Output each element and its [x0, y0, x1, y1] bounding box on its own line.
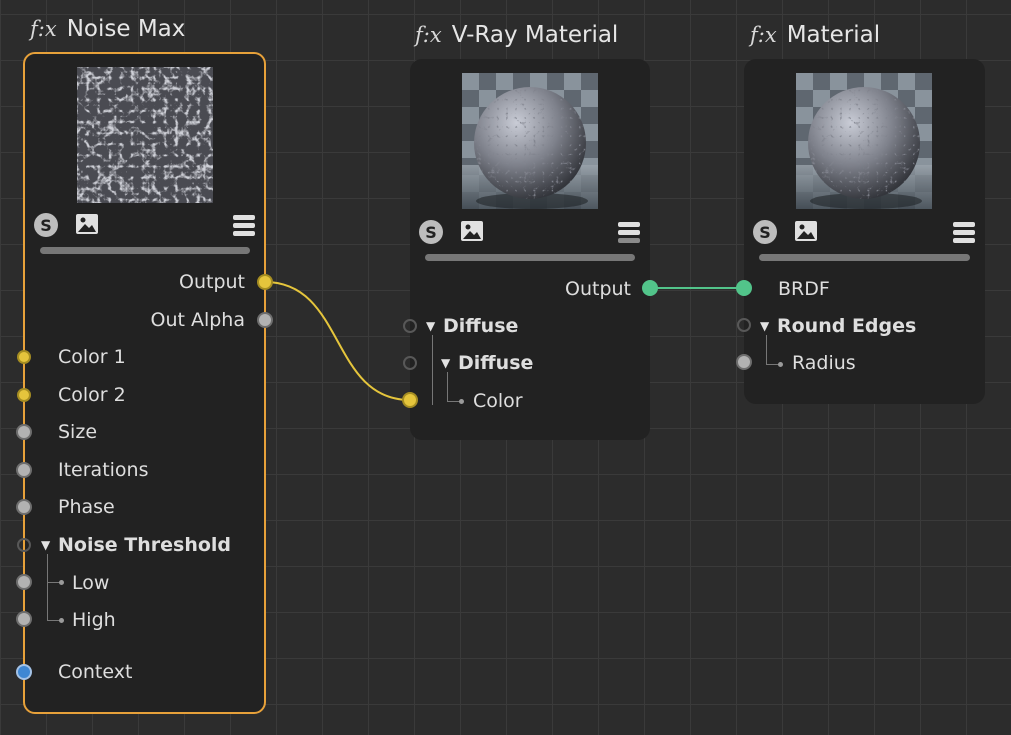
port-label-output: Output [565, 278, 631, 300]
collapse-triangle-icon[interactable]: ▼ [441, 356, 450, 370]
port-label-out-alpha: Out Alpha [150, 309, 245, 331]
port-label-radius: Radius [792, 352, 856, 374]
port-label-color-2: Color 2 [58, 384, 126, 406]
port-iterations[interactable] [16, 462, 32, 478]
port-size[interactable] [16, 424, 32, 440]
port-vray-output[interactable] [642, 280, 658, 296]
port-output[interactable] [257, 274, 273, 290]
group-label-noise-threshold[interactable]: Noise Threshold [58, 533, 231, 557]
tree-line [432, 335, 433, 405]
collapse-triangle-icon[interactable]: ▼ [760, 319, 769, 333]
port-low[interactable] [16, 574, 32, 590]
port-brdf[interactable] [736, 280, 752, 296]
port-label-iterations: Iterations [58, 459, 149, 481]
port-phase[interactable] [16, 499, 32, 515]
port-radius[interactable] [736, 354, 752, 370]
port-label-high: High [72, 609, 116, 631]
wire-noise-output-to-color [264, 281, 411, 401]
port-diffuse-subgroup[interactable] [403, 356, 417, 370]
port-label-color-1: Color 1 [58, 346, 126, 368]
tree-node-dot [59, 618, 64, 623]
port-color-input[interactable] [402, 392, 418, 408]
tree-line [766, 335, 767, 364]
port-label-size: Size [58, 421, 98, 443]
tree-node-dot [778, 362, 783, 367]
tree-node-dot [459, 399, 464, 404]
port-context[interactable] [16, 664, 32, 680]
tree-line [47, 554, 48, 620]
port-label-phase: Phase [58, 496, 115, 518]
tree-line [447, 372, 448, 401]
port-high[interactable] [16, 611, 32, 627]
group-label-diffuse[interactable]: Diffuse [443, 314, 518, 338]
group-label-diffuse-sub[interactable]: Diffuse [458, 351, 533, 375]
port-color-1[interactable] [17, 350, 31, 364]
collapse-triangle-icon[interactable]: ▼ [41, 538, 50, 552]
group-label-round-edges[interactable]: Round Edges [777, 314, 916, 338]
tree-node-dot [59, 580, 64, 585]
port-label-low: Low [72, 572, 110, 594]
port-noise-threshold[interactable] [17, 538, 31, 552]
port-label-brdf: BRDF [778, 278, 830, 300]
port-color-2[interactable] [17, 388, 31, 402]
port-label-context: Context [58, 661, 133, 683]
port-label-color: Color [473, 390, 523, 412]
port-label-output: Output [179, 271, 245, 293]
collapse-triangle-icon[interactable]: ▼ [426, 319, 435, 333]
port-diffuse-group[interactable] [403, 319, 417, 333]
port-round-edges[interactable] [737, 318, 751, 332]
port-out-alpha[interactable] [257, 312, 273, 328]
